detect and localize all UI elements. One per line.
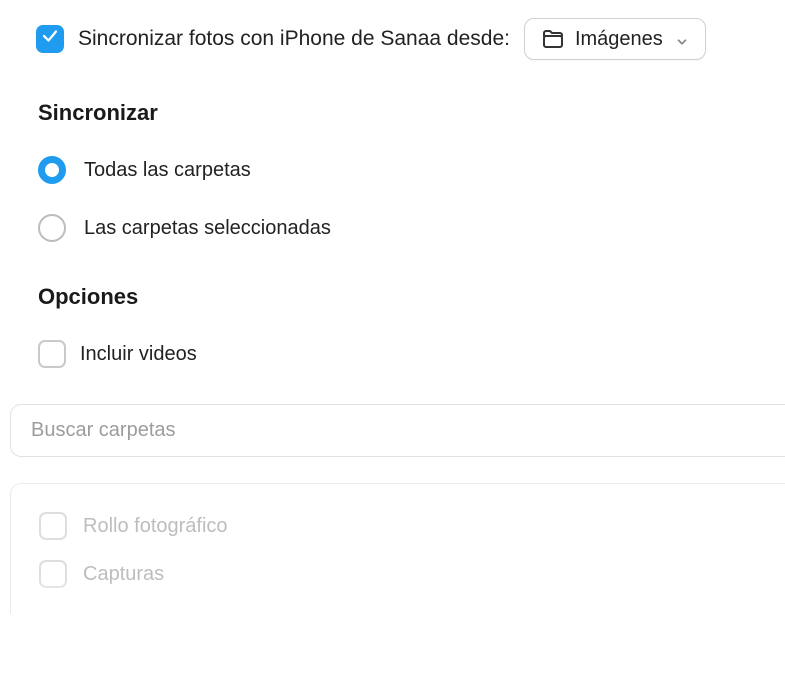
sync-header-row: Sincronizar fotos con iPhone de Sanaa de… — [36, 18, 785, 60]
sync-enable-checkbox[interactable] — [36, 25, 64, 53]
radio-all-folders-label: Todas las carpetas — [84, 159, 251, 182]
list-item[interactable]: Capturas — [11, 554, 785, 602]
sync-section-title: Sincronizar — [38, 100, 785, 126]
source-dropdown[interactable]: Imágenes — [524, 18, 706, 60]
folder-icon — [541, 27, 565, 51]
source-dropdown-label: Imágenes — [575, 28, 663, 51]
folder-checkbox[interactable] — [39, 560, 67, 588]
search-folders-input[interactable] — [31, 419, 765, 442]
folder-checkbox[interactable] — [39, 512, 67, 540]
include-videos-row[interactable]: Incluir videos — [38, 340, 785, 368]
include-videos-label: Incluir videos — [80, 343, 197, 366]
radio-selected-folders-row[interactable]: Las carpetas seleccionadas — [38, 214, 785, 242]
list-item[interactable]: Rollo fotográfico — [11, 506, 785, 554]
chevron-down-icon — [675, 32, 689, 46]
check-icon — [41, 27, 59, 51]
search-folders-wrap — [10, 404, 785, 457]
radio-all-folders-row[interactable]: Todas las carpetas — [38, 156, 785, 184]
folder-list: Rollo fotográfico Capturas — [10, 483, 785, 614]
include-videos-checkbox[interactable] — [38, 340, 66, 368]
options-section-title: Opciones — [38, 284, 785, 310]
radio-all-folders[interactable] — [38, 156, 66, 184]
folder-label: Capturas — [83, 563, 164, 586]
radio-selected-folders-label: Las carpetas seleccionadas — [84, 217, 331, 240]
sync-enable-label: Sincronizar fotos con iPhone de Sanaa de… — [78, 27, 510, 51]
folder-label: Rollo fotográfico — [83, 515, 228, 538]
radio-selected-folders[interactable] — [38, 214, 66, 242]
